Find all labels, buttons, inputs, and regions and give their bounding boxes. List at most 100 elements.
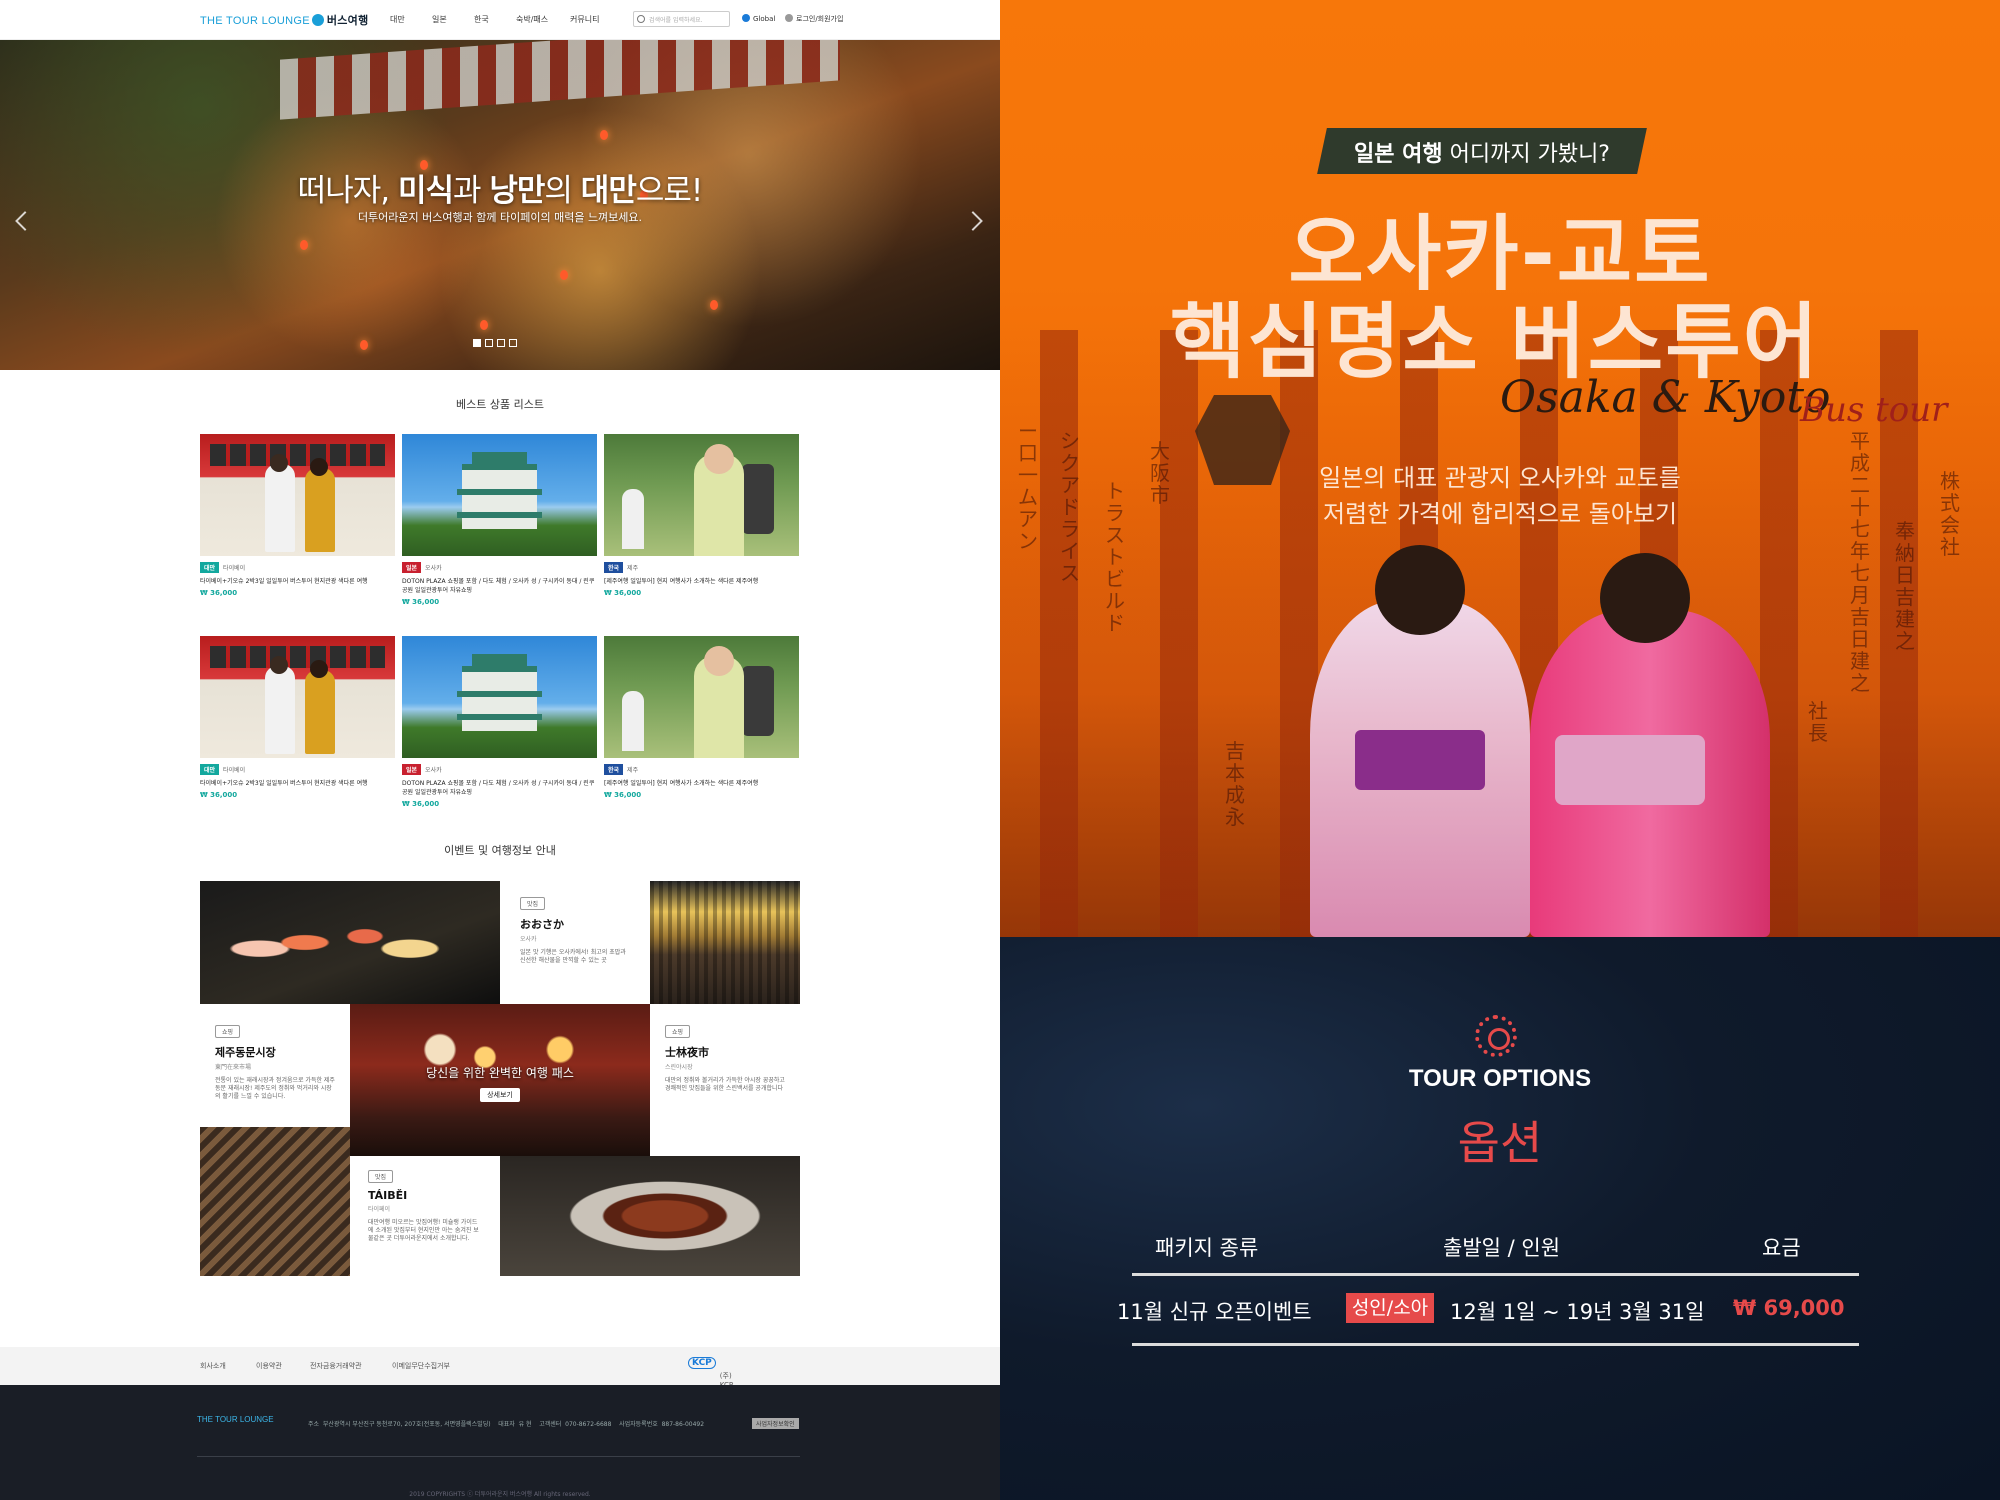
promo-poster: ー口一ムアン シクアドライス トラストビルド 大阪市 平成二十七年七月吉日建之 …	[1000, 0, 2000, 1500]
login-link[interactable]: 로그인/회원가입	[785, 14, 843, 24]
obi-right	[1555, 735, 1705, 805]
grill-image[interactable]	[200, 1127, 350, 1276]
ceo-label: 대표자	[498, 1421, 515, 1428]
product-image[interactable]	[200, 636, 395, 758]
product-title[interactable]: [제주여행 일일투어] 현지 여행사가 소개하는 색다른 제주여행	[604, 779, 799, 788]
poster-title-line1: 오사카-교토	[1288, 207, 1712, 302]
country-badge: 대만	[200, 562, 220, 573]
product-image[interactable]	[402, 434, 597, 556]
jeju-info[interactable]: 쇼핑 제주동문시장 東門在來市場 전통이 있는 재래시장과 정겨움으로 가득한 …	[200, 1004, 350, 1127]
logo-swirl-icon	[311, 14, 324, 26]
obi-left	[1355, 730, 1485, 790]
product-card[interactable]: 대만 타이베이 타이베이+기오슈 2박3일 일일투어 버스투어 현지관광 색다른 …	[200, 636, 395, 799]
ceo: 유 현	[518, 1421, 532, 1428]
poster-sub-line1: 일본의 대표 관광지 오사카와 교토를	[1319, 464, 1681, 492]
izakaya-image[interactable]: 당신을 위한 완벽한 여행 패스 상세보기	[350, 1004, 650, 1156]
product-image[interactable]	[402, 636, 597, 758]
nav-item-japan[interactable]: 일본	[432, 14, 474, 25]
events-section-title: 이벤트 및 여행정보 안내	[444, 844, 556, 857]
global-link[interactable]: Global	[742, 14, 775, 23]
slide-dot[interactable]	[485, 339, 493, 347]
site-logo[interactable]: THE TOUR LOUNGE 버스여행	[200, 12, 369, 28]
product-title[interactable]: DOTON PLAZA 쇼핑몰 포함 / 다도 체험 / 오사카 성 / 구시카…	[402, 779, 597, 797]
biz-number: 887-86-00492	[661, 1421, 705, 1428]
nav-item-taiwan[interactable]: 대만	[390, 14, 432, 25]
search-input[interactable]: 검색어를 입력하세요.	[633, 11, 730, 27]
shilin-info[interactable]: 쇼핑 士林夜市 스린야시장 대만의 정취와 볼거리가 가득한 야시장 꿍꿍하고 …	[650, 1004, 800, 1156]
poster-script2: Bus tour	[1800, 390, 1948, 430]
package-name: 11월 신규 오픈이벤트	[1117, 1300, 1312, 1324]
footer-link-finance-terms[interactable]: 전자금융거래약관	[310, 1361, 362, 1371]
product-card[interactable]: 일본 오사카 DOTON PLAZA 쇼핑몰 포함 / 다도 체험 / 오사카 성…	[402, 434, 597, 606]
slide-dot[interactable]	[509, 339, 517, 347]
info-tag: 맛집	[368, 1170, 394, 1183]
biz-info-button[interactable]: 사업자정보확인	[752, 1418, 799, 1429]
search-icon	[637, 15, 645, 23]
street-crowd-image[interactable]	[650, 881, 800, 1004]
hero-banner: 떠나자, 미식과 낭만의 대만으로! 더투어라운지 버스여행과 함께 타이페이의…	[0, 40, 1000, 370]
region-label: 타이베이	[223, 565, 246, 572]
product-card[interactable]: 한국 제주 [제주여행 일일투어] 현지 여행사가 소개하는 색다른 제주여행 ₩…	[604, 434, 799, 597]
hotpot-image[interactable]	[500, 1156, 800, 1276]
product-title[interactable]: [제주여행 일일투어] 현지 여행사가 소개하는 색다른 제주여행	[604, 577, 799, 586]
globe-icon	[742, 14, 750, 22]
product-price: ₩ 36,000	[402, 800, 440, 808]
info-desc: 전통이 있는 재래시장과 정겨움으로 가득한 제주 동문 재래시장! 제주도의 …	[215, 1077, 335, 1100]
hero-title-part: 과	[453, 173, 490, 209]
nav-item-stay-pass[interactable]: 숙박/패스	[516, 14, 570, 25]
product-image[interactable]	[604, 434, 799, 556]
footer-logo[interactable]: THE TOUR LOUNGE	[197, 1415, 274, 1424]
footer-link-company[interactable]: 회사소개	[200, 1361, 226, 1371]
product-card[interactable]: 일본 오사카 DOTON PLAZA 쇼핑몰 포함 / 다도 체험 / 오사카 성…	[402, 636, 597, 808]
search-placeholder: 검색어를 입력하세요.	[649, 17, 703, 24]
hero-title-bold: 대만	[580, 173, 637, 209]
region-label: 오사카	[425, 767, 442, 774]
product-card[interactable]: 한국 제주 [제주여행 일일투어] 현지 여행사가 소개하는 색다른 제주여행 ₩…	[604, 636, 799, 799]
product-card[interactable]: 대만 타이베이 타이베이+기오슈 2박3일 일일투어 버스투어 현지관광 색다른 …	[200, 434, 395, 597]
footer-link-email-policy[interactable]: 이메일무단수집거부	[392, 1361, 450, 1371]
address-label: 주소	[308, 1421, 320, 1428]
col-price: 요금	[1762, 1236, 1801, 1260]
kcp-badge[interactable]: KCP(주) KCP 전자결제서비스	[688, 1357, 733, 1428]
info-desc: 대만여행 미오르는 맛집여행! 미슐랭 가이드에 소개된 맛집부터 현지인만 아…	[368, 1219, 479, 1242]
sushi-image[interactable]	[200, 881, 500, 1004]
product-title[interactable]: 타이베이+기오슈 2박3일 일일투어 버스투어 현지관광 색다른 여행	[200, 577, 395, 586]
poster-script: Osaka & Kyoto	[1500, 372, 1831, 423]
hero-awning-decor	[280, 40, 840, 120]
info-sub: 오사카	[520, 936, 537, 943]
poster-hero: ー口一ムアン シクアドライス トラストビルド 大阪市 平成二十七年七月吉日建之 …	[1000, 0, 2000, 937]
kcp-logo: KCP	[688, 1357, 716, 1369]
poster-sub-line2: 저렴한 가격에 합리적으로 돌아보기	[1322, 500, 1678, 528]
best-section-title: 베스트 상품 리스트	[456, 398, 544, 411]
product-image[interactable]	[604, 636, 799, 758]
nav-item-community[interactable]: 커뮤니티	[570, 14, 612, 25]
slide-dot[interactable]	[497, 339, 505, 347]
product-price: ₩ 36,000	[604, 589, 642, 597]
footer-divider	[197, 1456, 800, 1457]
hero-title-part: 의	[544, 173, 581, 209]
footer-link-terms[interactable]: 이용약관	[256, 1361, 282, 1371]
hero-title-part: 으로!	[635, 173, 703, 209]
info-name: TÁIBĚI	[368, 1189, 408, 1202]
product-image[interactable]	[200, 434, 395, 556]
region-label: 제주	[627, 767, 639, 774]
info-name: 제주동문시장	[215, 1046, 276, 1059]
info-desc: 일본 맛 기행은 오사카에서! 최고의 초밥과 신선한 해산물을 만끽할 수 있…	[520, 949, 626, 964]
nav-item-korea[interactable]: 한국	[474, 14, 516, 25]
product-title[interactable]: 타이베이+기오슈 2박3일 일일투어 버스투어 현지관광 색다른 여행	[200, 779, 395, 788]
product-title[interactable]: DOTON PLAZA 쇼핑몰 포함 / 다도 체험 / 오사카 성 / 구시카…	[402, 577, 597, 595]
taibei-info[interactable]: 맛집 TÁIBĚI 타이페이 대만여행 미오르는 맛집여행! 미슐랭 가이드에 …	[350, 1156, 500, 1276]
hair-right	[1600, 553, 1690, 643]
footer-links: 회사소개 이용약관 전자금융거래약관 이메일무단수집거부 KCP(주) KCP …	[0, 1347, 1000, 1428]
tour-site-page: THE TOUR LOUNGE 버스여행 대만 일본 한국 숙박/패스 커뮤니티 …	[0, 0, 1000, 1500]
copyright: 2019 COPYRIGHTS ⓒ 더투어라운지 버스여행 All rights…	[409, 1491, 591, 1498]
slide-dot[interactable]	[473, 339, 481, 347]
osaka-info[interactable]: 맛집 おおさか 오사카 일본 맛 기행은 오사카에서! 최고의 초밥과 신선한 …	[500, 881, 650, 1004]
global-label: Global	[753, 15, 776, 23]
age-badge: 성인/소아	[1346, 1293, 1434, 1323]
login-label: 로그인/회원가입	[796, 15, 844, 23]
user-icon	[785, 14, 793, 22]
page: THE TOUR LOUNGE 버스여행 대만 일본 한국 숙박/패스 커뮤니티 …	[0, 0, 2000, 1500]
detail-button[interactable]: 상세보기	[480, 1088, 520, 1102]
kanji-decor: 奉納日吉建之	[1895, 519, 1915, 653]
